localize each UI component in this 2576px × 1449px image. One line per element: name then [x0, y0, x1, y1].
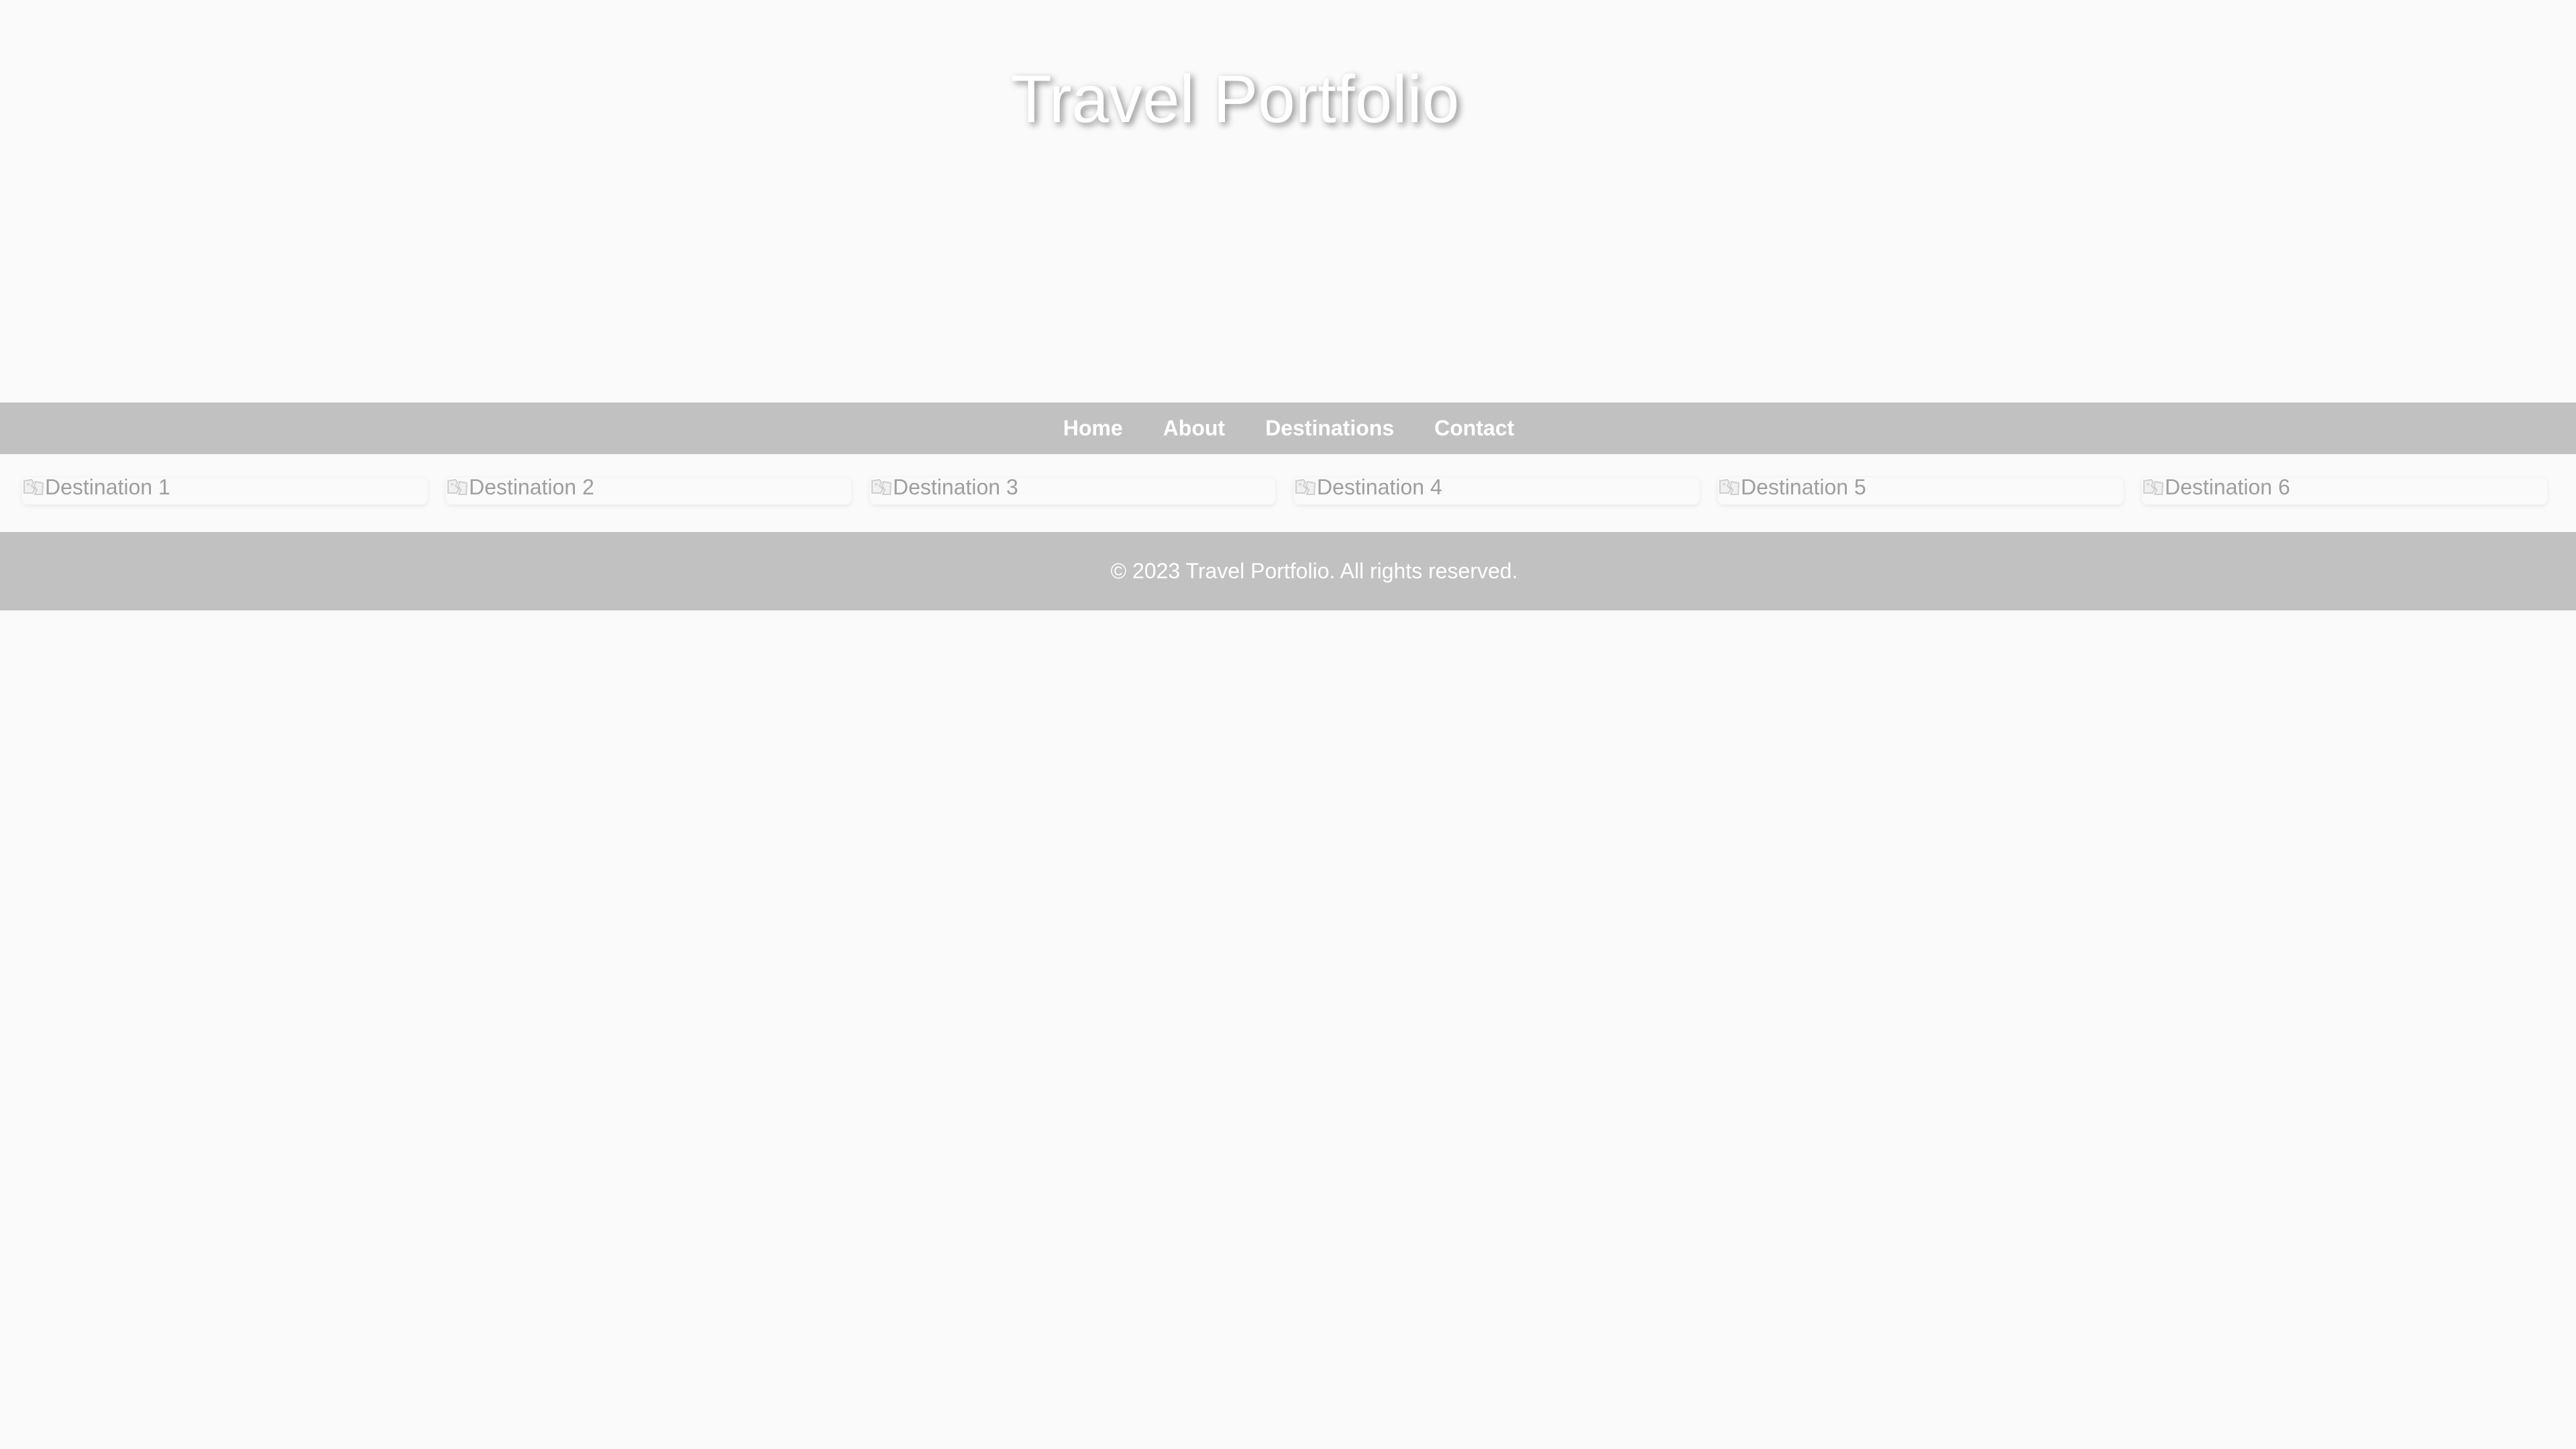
broken-image-icon	[1294, 477, 1317, 497]
destination-card-5[interactable]: Destination 5	[1718, 475, 2123, 504]
destination-alt-text: Destination 3	[893, 475, 1018, 499]
destination-image-4[interactable]: Destination 4	[1294, 474, 1442, 500]
broken-image-icon	[870, 477, 893, 497]
destination-gallery: Destination 1 Destination 2 Destination …	[0, 454, 2576, 532]
destination-image-5[interactable]: Destination 5	[1718, 474, 1866, 500]
destination-image-3[interactable]: Destination 3	[870, 474, 1018, 500]
nav-link-about[interactable]: About	[1143, 416, 1245, 441]
destination-card-3[interactable]: Destination 3	[870, 475, 1275, 504]
destination-alt-text: Destination 4	[1317, 475, 1442, 499]
destination-card-2[interactable]: Destination 2	[446, 475, 851, 504]
nav-link-home[interactable]: Home	[1043, 416, 1143, 441]
hero-header: Travel Portfolio	[0, 0, 2576, 402]
nav-link-contact[interactable]: Contact	[1414, 416, 1534, 441]
broken-image-icon	[22, 477, 45, 497]
destination-card-1[interactable]: Destination 1	[22, 475, 427, 504]
broken-image-icon	[446, 477, 469, 497]
destination-card-4[interactable]: Destination 4	[1294, 475, 1699, 504]
destination-alt-text: Destination 2	[469, 475, 594, 499]
destination-image-2[interactable]: Destination 2	[446, 474, 594, 500]
page-footer: © 2023 Travel Portfolio. All rights rese…	[0, 532, 2576, 610]
destination-image-6[interactable]: Destination 6	[2142, 474, 2290, 500]
nav-links: Home About Destinations Contact	[1043, 416, 1534, 441]
destination-alt-text: Destination 5	[1741, 475, 1866, 499]
destination-alt-text: Destination 1	[45, 475, 170, 499]
destination-image-1[interactable]: Destination 1	[22, 474, 170, 500]
broken-image-icon	[2142, 477, 2165, 497]
destination-card-6[interactable]: Destination 6	[2142, 475, 2547, 504]
page-title: Travel Portfolio	[1010, 62, 1460, 137]
nav-link-destinations[interactable]: Destinations	[1245, 416, 1414, 441]
destination-alt-text: Destination 6	[2165, 475, 2290, 499]
broken-image-icon	[1718, 477, 1741, 497]
main-nav: Home About Destinations Contact	[0, 402, 2576, 454]
copyright-text: © 2023 Travel Portfolio. All rights rese…	[1110, 559, 1518, 583]
